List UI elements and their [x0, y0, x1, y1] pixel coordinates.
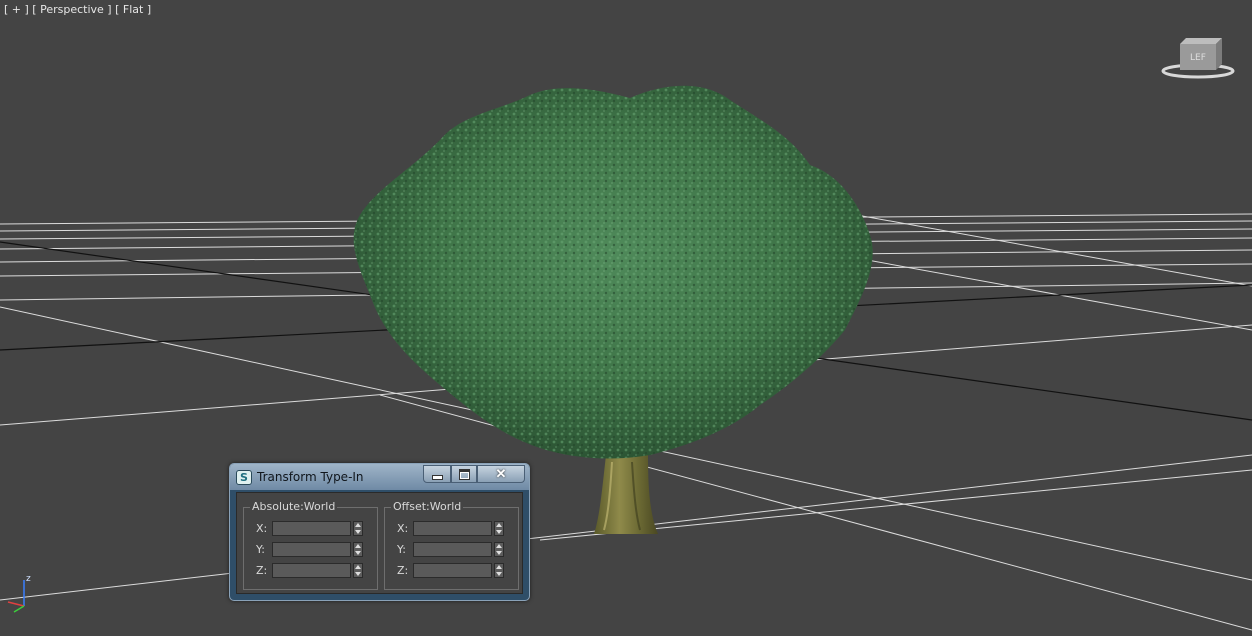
offset-y-spinner[interactable] — [494, 542, 504, 557]
dialog-body: Absolute:World X: Y: Z: Offset:World X: — [236, 492, 523, 594]
offset-world-title: Offset:World — [391, 500, 464, 513]
spin-up-icon[interactable] — [355, 523, 361, 527]
offset-x-row: X: — [397, 521, 517, 536]
spin-down-icon[interactable] — [355, 530, 361, 534]
close-button[interactable]: ✕ — [477, 465, 525, 483]
dialog-title: Transform Type-In — [257, 470, 364, 484]
offset-x-label: X: — [397, 522, 409, 535]
perspective-viewport[interactable]: LEF z [ + ] [ Perspective ] [ Flat ] — [0, 0, 1252, 636]
spin-up-icon[interactable] — [355, 544, 361, 548]
viewport-shading-menu[interactable]: [ Flat ] — [115, 3, 151, 16]
offset-z-spinner[interactable] — [494, 563, 504, 578]
viewport-view-menu[interactable]: [ Perspective ] — [32, 3, 111, 16]
viewport-label-menu: [ + ] [ Perspective ] [ Flat ] — [4, 3, 151, 16]
spin-down-icon[interactable] — [355, 551, 361, 555]
absolute-z-spinner[interactable] — [353, 563, 363, 578]
spin-down-icon[interactable] — [496, 530, 502, 534]
transform-type-in-dialog[interactable]: S Transform Type-In ✕ Absolute:World X: … — [229, 463, 530, 601]
offset-z-row: Z: — [397, 563, 517, 578]
spin-up-icon[interactable] — [496, 565, 502, 569]
minimize-button[interactable] — [423, 465, 451, 483]
viewport-scene[interactable]: LEF z — [0, 0, 1252, 636]
offset-y-input[interactable] — [413, 542, 492, 557]
offset-z-label: Z: — [397, 564, 409, 577]
spin-down-icon[interactable] — [496, 551, 502, 555]
spin-up-icon[interactable] — [496, 544, 502, 548]
3dsmax-logo-icon[interactable]: S — [236, 470, 252, 485]
absolute-x-spinner[interactable] — [353, 521, 363, 536]
absolute-z-row: Z: — [256, 563, 376, 578]
close-icon: ✕ — [495, 466, 507, 481]
offset-y-label: Y: — [397, 543, 406, 556]
absolute-x-input[interactable] — [272, 521, 351, 536]
maximize-icon — [458, 468, 470, 480]
absolute-x-label: X: — [256, 522, 268, 535]
absolute-world-title: Absolute:World — [250, 500, 338, 513]
spin-up-icon[interactable] — [355, 565, 361, 569]
spin-up-icon[interactable] — [496, 523, 502, 527]
absolute-y-input[interactable] — [272, 542, 351, 557]
axis-tripod — [7, 580, 25, 613]
absolute-z-label: Z: — [256, 564, 268, 577]
absolute-world-group: Absolute:World X: Y: Z: — [243, 500, 378, 590]
minimize-icon — [431, 474, 443, 480]
absolute-y-label: Y: — [256, 543, 265, 556]
offset-z-input[interactable] — [413, 563, 492, 578]
offset-x-spinner[interactable] — [494, 521, 504, 536]
offset-world-group: Offset:World X: Y: Z: — [384, 500, 519, 590]
absolute-y-spinner[interactable] — [353, 542, 363, 557]
maximize-button[interactable] — [451, 465, 477, 483]
axis-z-label: z — [26, 574, 31, 584]
offset-x-input[interactable] — [413, 521, 492, 536]
spin-down-icon[interactable] — [355, 572, 361, 576]
spin-down-icon[interactable] — [496, 572, 502, 576]
absolute-y-row: Y: — [256, 542, 376, 557]
offset-y-row: Y: — [397, 542, 517, 557]
viewport-plus-menu[interactable]: [ + ] — [4, 3, 29, 16]
absolute-x-row: X: — [256, 521, 376, 536]
dialog-titlebar[interactable]: S Transform Type-In ✕ — [230, 464, 529, 490]
absolute-z-input[interactable] — [272, 563, 351, 578]
viewcube-label[interactable]: LEF — [1190, 53, 1206, 63]
